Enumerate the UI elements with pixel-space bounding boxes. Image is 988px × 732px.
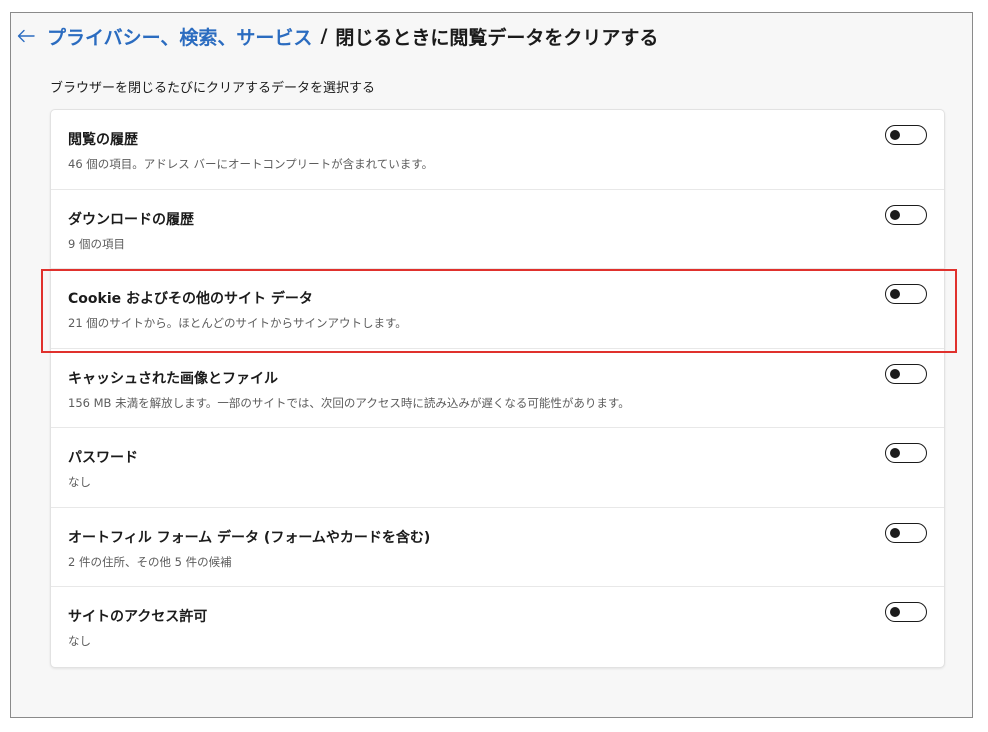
option-title: ダウンロードの履歴: [68, 211, 194, 228]
download-history-toggle[interactable]: [885, 204, 927, 225]
settings-page: プライバシー、検索、サービス / 閉じるときに閲覧データをクリアする ブラウザー…: [10, 12, 973, 718]
toggle-knob: [890, 607, 900, 617]
option-title: 閲覧の履歴: [68, 132, 138, 148]
back-button[interactable]: [11, 16, 41, 56]
option-title: パスワード: [68, 450, 138, 466]
browsing-history-toggle[interactable]: [885, 125, 927, 145]
option-row-passwords: パスワード なし: [51, 428, 944, 508]
option-title: Cookie およびその他のサイト データ: [68, 291, 313, 307]
option-title: サイトのアクセス許可: [68, 609, 208, 625]
cookies-toggle[interactable]: [885, 284, 927, 304]
passwords-toggle[interactable]: [885, 443, 927, 463]
site-permissions-toggle[interactable]: [885, 602, 927, 622]
section-description: ブラウザーを閉じるたびにクリアするデータを選択する: [50, 81, 376, 96]
option-subtitle: 21 個のサイトから。ほとんどのサイトからサインアウトします。: [68, 316, 407, 330]
arrow-left-icon: [17, 29, 35, 43]
breadcrumb-parent-link[interactable]: プライバシー、検索、サービス: [47, 23, 312, 50]
toggle-knob: [890, 130, 900, 140]
toggle-knob: [890, 527, 900, 538]
option-row-browsing-history: 閲覧の履歴 46 個の項目。アドレス バーにオートコンプリートが含まれています。: [51, 110, 944, 190]
option-row-cookies: Cookie およびその他のサイト データ 21 個のサイトから。ほとんどのサイ…: [51, 269, 944, 349]
toggle-knob: [890, 209, 900, 220]
option-row-site-permissions: サイトのアクセス許可 なし: [51, 587, 944, 667]
option-title: オートフィル フォーム データ (フォームやカードを含む): [68, 529, 431, 546]
option-subtitle: なし: [68, 475, 91, 489]
page-header: プライバシー、検索、サービス / 閉じるときに閲覧データをクリアする: [11, 13, 658, 59]
option-subtitle: 156 MB 未満を解放します。一部のサイトでは、次回のアクセス時に読み込みが遅…: [68, 395, 630, 410]
cached-images-toggle[interactable]: [885, 363, 927, 384]
option-subtitle: なし: [68, 634, 91, 648]
option-subtitle: 9 個の項目: [68, 236, 125, 251]
toggle-knob: [890, 368, 900, 379]
option-title: キャッシュされた画像とファイル: [68, 370, 278, 387]
option-row-cached-images: キャッシュされた画像とファイル 156 MB 未満を解放します。一部のサイトでは…: [51, 349, 944, 428]
option-subtitle: 2 件の住所、その他 5 件の候補: [68, 554, 232, 569]
clear-data-options-card: 閲覧の履歴 46 個の項目。アドレス バーにオートコンプリートが含まれています。…: [50, 109, 945, 668]
option-row-autofill: オートフィル フォーム データ (フォームやカードを含む) 2 件の住所、その他…: [51, 508, 944, 587]
autofill-toggle[interactable]: [885, 522, 927, 543]
breadcrumb-separator: /: [320, 25, 328, 47]
toggle-knob: [890, 448, 900, 458]
option-row-download-history: ダウンロードの履歴 9 個の項目: [51, 190, 944, 269]
toggle-knob: [890, 289, 900, 299]
page-title: 閉じるときに閲覧データをクリアする: [335, 26, 659, 49]
option-subtitle: 46 個の項目。アドレス バーにオートコンプリートが含まれています。: [68, 157, 434, 171]
